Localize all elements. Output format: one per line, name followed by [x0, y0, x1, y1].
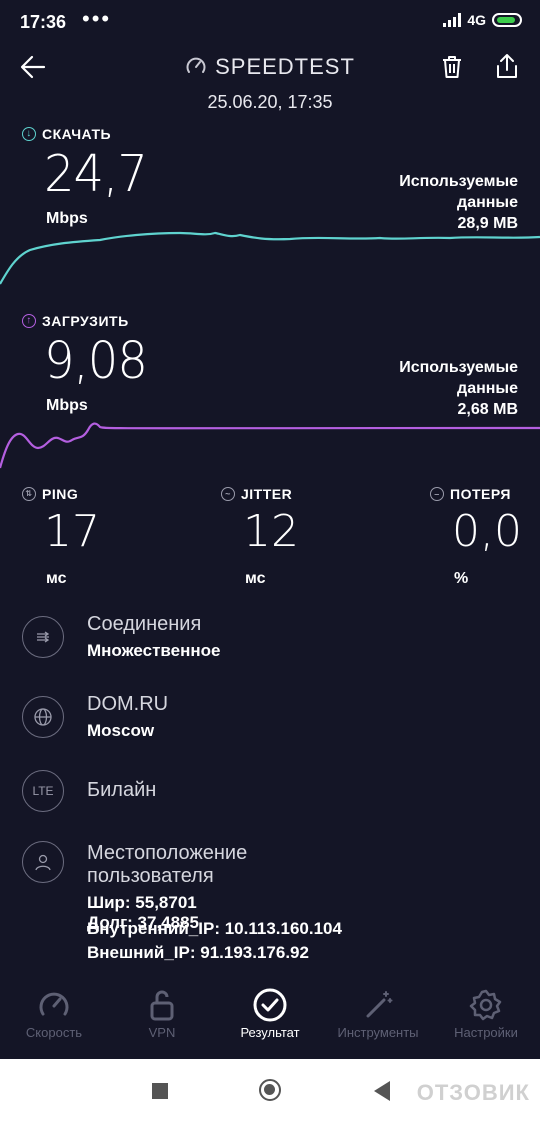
ping-label: ⇅ PING	[22, 486, 78, 502]
back-button[interactable]	[372, 1080, 392, 1102]
carrier-title: Билайн	[87, 779, 157, 801]
watermark-logo: ОТЗОВИК	[416, 1080, 530, 1105]
nav-settings[interactable]: Настройки	[432, 985, 540, 1040]
provider-location: Moscow	[87, 721, 155, 740]
connections-value: Множественное	[87, 641, 221, 660]
download-value: 24,7	[44, 144, 148, 204]
upload-used-label-1: Используемые	[399, 359, 518, 376]
download-label-text: СКАЧАТЬ	[42, 126, 112, 142]
ping-unit: мс	[46, 570, 67, 587]
provider-row: DOM.RU Moscow	[22, 693, 168, 740]
home-button[interactable]	[259, 1079, 281, 1101]
jitter-label-text: JITTER	[241, 486, 293, 502]
battery-icon	[492, 13, 522, 27]
trash-icon[interactable]	[440, 54, 464, 80]
unlock-icon	[150, 990, 174, 1021]
upload-graph	[0, 422, 540, 469]
upload-arrow-icon: ↑	[22, 314, 36, 328]
loss-unit: %	[454, 570, 469, 587]
connections-row: Соединения Множественное	[22, 613, 221, 660]
loss-label-text: ПОТЕРЯ	[450, 486, 511, 502]
carrier-row: LTE Билайн	[22, 770, 156, 812]
upload-used-label-2: данные	[457, 380, 518, 397]
share-icon[interactable]	[494, 52, 520, 80]
nav-speed-label: Скорость	[25, 1025, 83, 1040]
upload-label: ↑ ЗАГРУЗИТЬ	[22, 313, 129, 329]
connections-title: Соединения	[87, 613, 202, 635]
download-used-label-1: Используемые	[399, 173, 518, 190]
provider-title: DOM.RU	[87, 693, 169, 715]
external-ip: Внешний_IP: 91.193.176.92	[87, 943, 309, 962]
jitter-icon: ~	[221, 487, 235, 501]
notification-dots: •••	[82, 6, 112, 31]
recent-apps-button[interactable]	[152, 1083, 168, 1099]
jitter-label: ~ JITTER	[221, 486, 292, 502]
nav-speed[interactable]: Скорость	[0, 985, 108, 1040]
internal-ip: Внутренний_IP: 10.113.160.104	[87, 919, 342, 938]
magic-wand-icon	[366, 991, 393, 1018]
ping-label-text: PING	[42, 486, 79, 502]
signal-icon	[443, 13, 462, 27]
carrier-text: Билайн	[87, 779, 156, 802]
speedometer-icon	[39, 992, 69, 1016]
network-type: 4G	[467, 12, 486, 28]
nav-vpn[interactable]: VPN	[108, 985, 216, 1040]
nav-result-label: Результат	[240, 1025, 300, 1040]
location-row: Местоположение пользователя Шир: 55,8701…	[22, 841, 247, 932]
location-title: Местоположение пользователя	[87, 842, 248, 887]
globe-icon	[22, 696, 64, 738]
upload-value: 9,08	[44, 331, 148, 391]
upload-label-text: ЗАГРУЗИТЬ	[42, 313, 129, 329]
nav-vpn-label: VPN	[148, 1025, 176, 1040]
title-text: SPEEDTEST	[215, 54, 355, 79]
bottom-nav: Скорость VPN Результат Инструменты Настр…	[0, 985, 540, 1057]
nav-tools-label: Инструменты	[337, 1025, 419, 1040]
test-date: 25.06.20, 17:35	[207, 92, 333, 112]
download-label: ↓ СКАЧАТЬ	[22, 126, 111, 142]
status-bar: 17:36 ••• 4G	[0, 0, 540, 46]
lte-icon: LTE	[22, 770, 64, 812]
status-icons: 4G	[443, 12, 522, 28]
ping-value: 17	[44, 506, 100, 557]
ping-icon: ⇅	[22, 487, 36, 501]
nav-result[interactable]: Результат	[216, 985, 324, 1040]
connections-text: Соединения Множественное	[87, 613, 221, 661]
clock: 17:36	[20, 12, 67, 32]
packet-loss-icon: –	[430, 487, 444, 501]
loss-label: – ПОТЕРЯ	[430, 486, 511, 502]
gear-icon	[469, 989, 502, 1021]
download-used-label-2: данные	[457, 194, 518, 211]
nav-tools[interactable]: Инструменты	[324, 985, 432, 1040]
download-arrow-icon: ↓	[22, 127, 36, 141]
check-circle-icon	[253, 988, 287, 1022]
jitter-value: 12	[243, 506, 299, 557]
download-graph	[0, 231, 540, 285]
provider-text: DOM.RU Moscow	[87, 693, 168, 741]
loss-value: 0,0	[452, 506, 522, 557]
speedometer-icon	[186, 57, 206, 73]
connections-icon	[22, 616, 64, 658]
jitter-unit: мс	[245, 570, 266, 587]
user-icon	[22, 841, 64, 883]
nav-settings-label: Настройки	[454, 1025, 518, 1040]
